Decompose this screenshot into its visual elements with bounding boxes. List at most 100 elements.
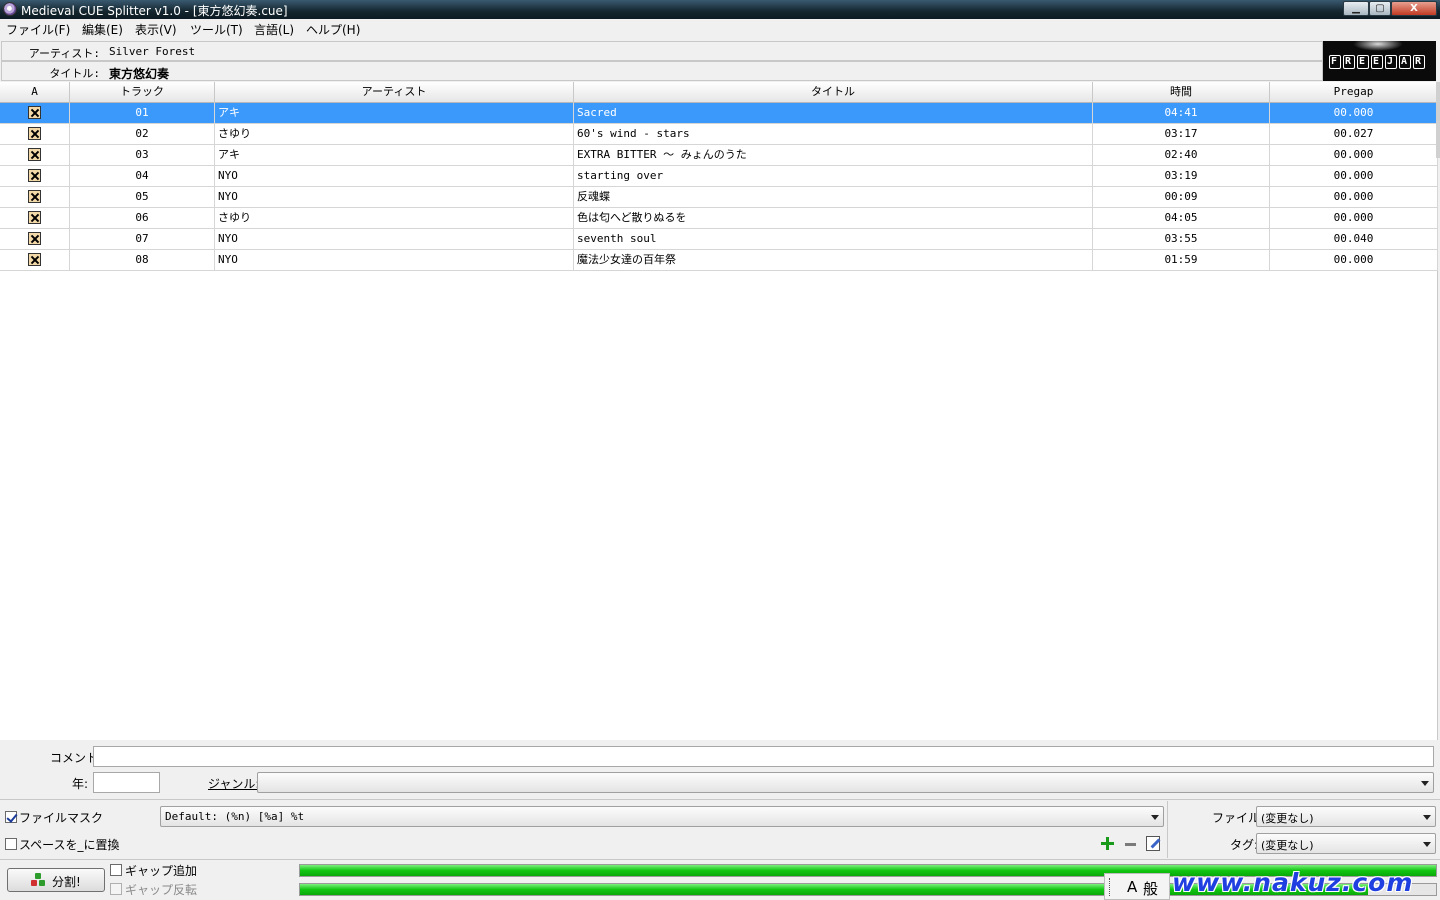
track-artist-cell[interactable]: さゆり <box>215 124 574 144</box>
track-number-cell[interactable]: 02 <box>70 124 215 144</box>
track-time-cell[interactable]: 00:09 <box>1093 187 1270 207</box>
track-pregap-cell[interactable]: 00.000 <box>1270 187 1438 207</box>
track-pregap-cell[interactable]: 00.000 <box>1270 145 1438 165</box>
close-button[interactable]: X <box>1391 1 1437 16</box>
add-icon[interactable] <box>1101 837 1114 850</box>
replace-space-checkbox[interactable] <box>5 838 17 850</box>
include-cell[interactable] <box>0 208 70 228</box>
track-number-cell[interactable]: 06 <box>70 208 215 228</box>
include-cell[interactable] <box>0 166 70 186</box>
menu-view[interactable]: 表示(V) <box>135 21 177 38</box>
track-title-cell[interactable]: 反魂蝶 <box>574 187 1093 207</box>
file-mask-label[interactable]: ファイルマスク <box>19 809 103 826</box>
table-row[interactable]: 01 アキ Sacred 04:41 00.000 <box>0 103 1438 124</box>
file-select[interactable]: (変更なし) <box>1256 806 1436 827</box>
include-cell[interactable] <box>0 103 70 123</box>
header-a[interactable]: A <box>0 82 70 103</box>
menu-tools[interactable]: ツール(T) <box>190 21 243 38</box>
track-pregap-cell[interactable]: 00.000 <box>1270 208 1438 228</box>
checkbox-x-icon[interactable] <box>28 169 41 182</box>
table-row[interactable]: 02 さゆり 60's wind - stars 03:17 00.027 <box>0 124 1438 145</box>
checkbox-x-icon[interactable] <box>28 127 41 140</box>
ime-input-mode[interactable]: A <box>1127 878 1137 896</box>
track-pregap-cell[interactable]: 00.040 <box>1270 229 1438 249</box>
track-artist-cell[interactable]: NYO <box>215 229 574 249</box>
header-pregap[interactable]: Pregap <box>1270 82 1438 103</box>
header-artist[interactable]: アーティスト <box>215 82 574 103</box>
track-artist-cell[interactable]: NYO <box>215 250 574 270</box>
album-title-value[interactable]: 東方悠幻奏 <box>109 65 169 82</box>
menu-help[interactable]: ヘルプ(H) <box>306 21 360 38</box>
track-pregap-cell[interactable]: 00.000 <box>1270 166 1438 186</box>
add-gap-checkbox[interactable] <box>110 864 122 876</box>
minimize-button[interactable]: ▁ <box>1343 1 1369 16</box>
checkbox-x-icon[interactable] <box>28 253 41 266</box>
track-number-cell[interactable]: 07 <box>70 229 215 249</box>
comment-input[interactable] <box>93 746 1434 767</box>
include-cell[interactable] <box>0 124 70 144</box>
track-pregap-cell[interactable]: 00.000 <box>1270 250 1438 270</box>
track-pregap-cell[interactable]: 00.027 <box>1270 124 1438 144</box>
menu-edit[interactable]: 編集(E) <box>82 21 123 38</box>
year-input[interactable] <box>93 772 160 793</box>
track-artist-cell[interactable]: さゆり <box>215 208 574 228</box>
track-artist-cell[interactable]: アキ <box>215 145 574 165</box>
track-title-cell[interactable]: seventh soul <box>574 229 1093 249</box>
ime-grip-icon[interactable] <box>1109 878 1112 896</box>
include-cell[interactable] <box>0 229 70 249</box>
table-row[interactable]: 04 NYO starting over 03:19 00.000 <box>0 166 1438 187</box>
track-title-cell[interactable]: 色は匂へど散りぬるを <box>574 208 1093 228</box>
track-time-cell[interactable]: 04:41 <box>1093 103 1270 123</box>
track-time-cell[interactable]: 03:17 <box>1093 124 1270 144</box>
genre-select[interactable] <box>257 772 1434 793</box>
header-track[interactable]: トラック <box>70 82 215 103</box>
include-cell[interactable] <box>0 187 70 207</box>
remove-icon[interactable] <box>1125 843 1136 846</box>
track-number-cell[interactable]: 03 <box>70 145 215 165</box>
track-artist-cell[interactable]: アキ <box>215 103 574 123</box>
tag-select[interactable]: (変更なし) <box>1256 833 1436 854</box>
file-mask-checkbox[interactable] <box>5 811 17 823</box>
checkbox-x-icon[interactable] <box>28 190 41 203</box>
title-bar[interactable]: Medieval CUE Splitter v1.0 - [東方悠幻奏.cue]… <box>0 0 1440 19</box>
menu-language[interactable]: 言語(L) <box>254 21 294 38</box>
include-cell[interactable] <box>0 145 70 165</box>
track-pregap-cell[interactable]: 00.000 <box>1270 103 1438 123</box>
replace-space-label[interactable]: スペースを_に置換 <box>19 836 120 853</box>
track-artist-cell[interactable]: NYO <box>215 166 574 186</box>
track-time-cell[interactable]: 04:05 <box>1093 208 1270 228</box>
album-artist-value[interactable]: Silver Forest <box>109 45 195 58</box>
edit-icon[interactable] <box>1146 836 1160 851</box>
ime-conversion-mode[interactable]: 般 <box>1143 878 1158 899</box>
track-time-cell[interactable]: 03:19 <box>1093 166 1270 186</box>
track-title-cell[interactable]: 60's wind - stars <box>574 124 1093 144</box>
table-row[interactable]: 07 NYO seventh soul 03:55 00.040 <box>0 229 1438 250</box>
track-time-cell[interactable]: 02:40 <box>1093 145 1270 165</box>
add-gap-label[interactable]: ギャップ追加 <box>125 862 197 879</box>
include-cell[interactable] <box>0 250 70 270</box>
scrollbar[interactable] <box>1436 82 1440 158</box>
track-title-cell[interactable]: Sacred <box>574 103 1093 123</box>
track-title-cell[interactable]: starting over <box>574 166 1093 186</box>
track-time-cell[interactable]: 01:59 <box>1093 250 1270 270</box>
header-title[interactable]: タイトル <box>574 82 1093 103</box>
track-number-cell[interactable]: 04 <box>70 166 215 186</box>
header-time[interactable]: 時間 <box>1093 82 1270 103</box>
track-table[interactable]: A トラック アーティスト タイトル 時間 Pregap 01 アキ Sacred 0… <box>0 82 1438 740</box>
album-title-row[interactable]: タイトル: 東方悠幻奏 <box>1 61 1323 81</box>
table-row[interactable]: 05 NYO 反魂蝶 00:09 00.000 <box>0 187 1438 208</box>
file-mask-select[interactable]: Default: (%n) [%a] %t <box>160 806 1164 827</box>
checkbox-x-icon[interactable] <box>28 232 41 245</box>
split-button[interactable]: 分割! <box>7 868 105 892</box>
track-number-cell[interactable]: 01 <box>70 103 215 123</box>
track-time-cell[interactable]: 03:55 <box>1093 229 1270 249</box>
menu-file[interactable]: ファイル(F) <box>6 21 70 38</box>
checkbox-x-icon[interactable] <box>28 211 41 224</box>
table-row[interactable]: 03 アキ EXTRA BITTER 〜 みょんのうた 02:40 00.000 <box>0 145 1438 166</box>
album-artist-row[interactable]: アーティスト: Silver Forest <box>1 41 1323 61</box>
reverse-gap-checkbox[interactable] <box>110 883 122 895</box>
maximize-button[interactable]: ▢ <box>1369 1 1391 16</box>
checkbox-x-icon[interactable] <box>28 106 41 119</box>
track-title-cell[interactable]: EXTRA BITTER 〜 みょんのうた <box>574 145 1093 165</box>
track-number-cell[interactable]: 08 <box>70 250 215 270</box>
